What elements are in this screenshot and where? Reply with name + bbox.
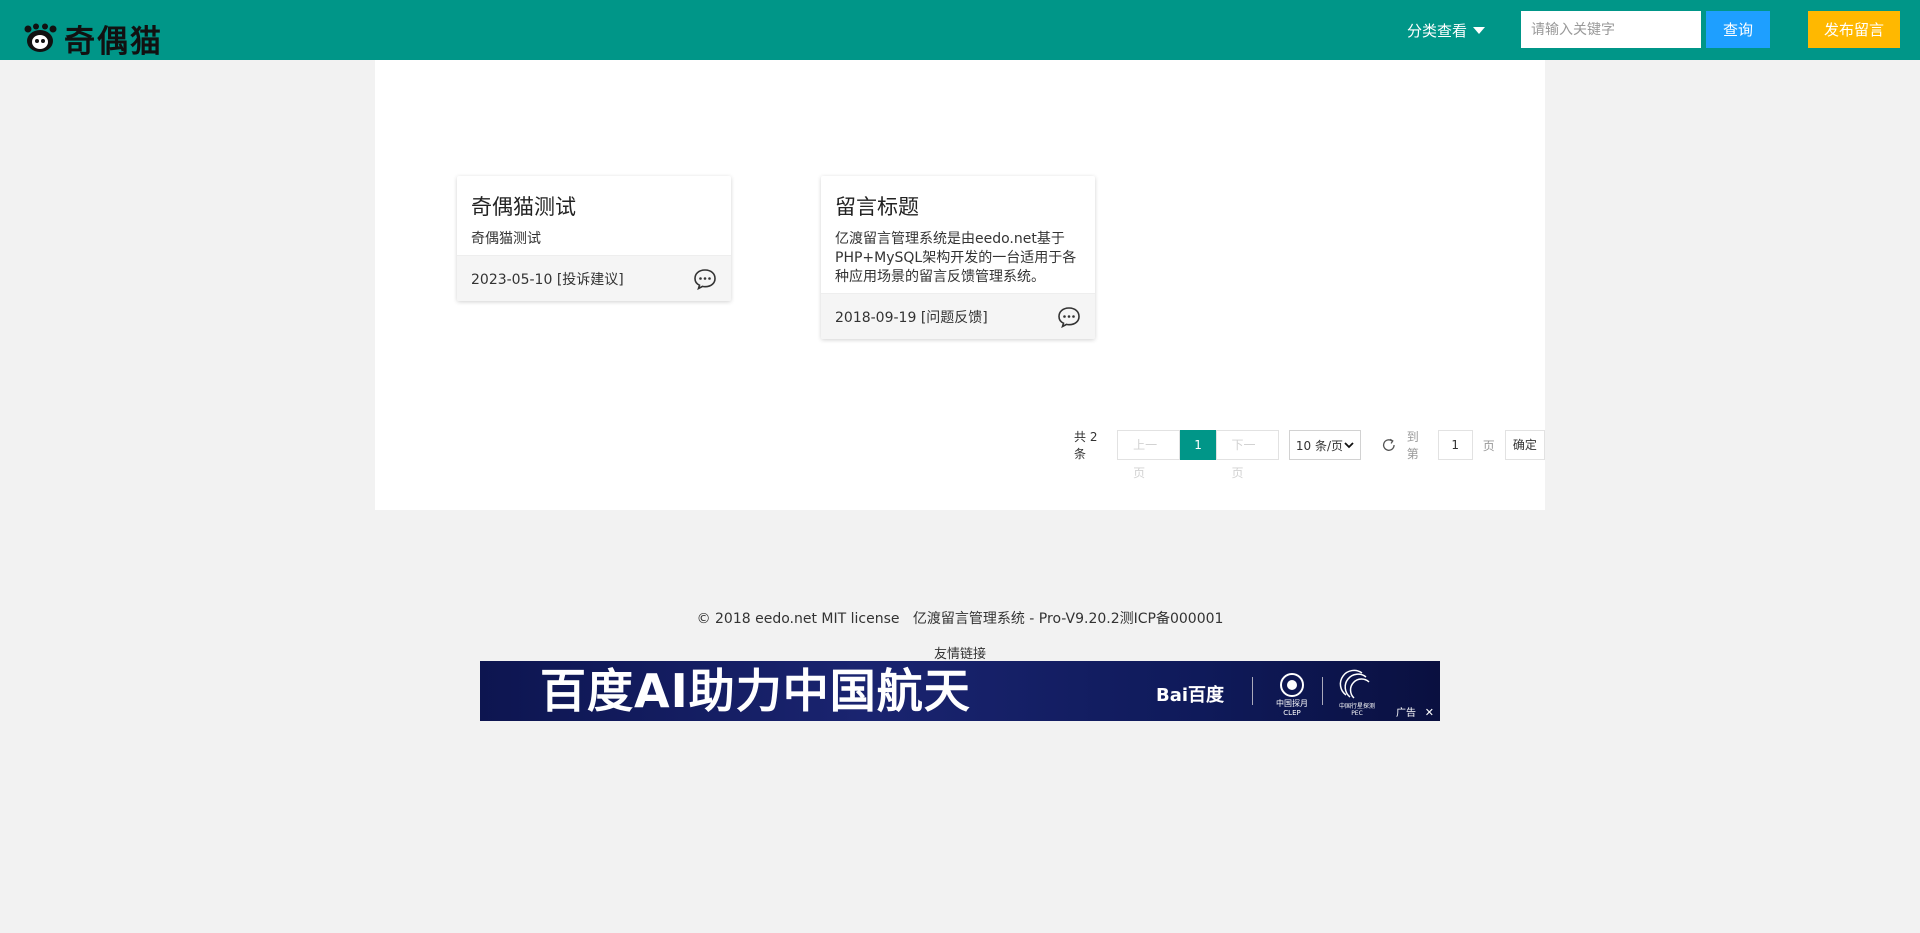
card-date: 2018-09-19 xyxy=(835,309,917,326)
copyright-link[interactable]: © 2018 eedo.net MIT license xyxy=(697,611,900,627)
per-page-value: 10 条/页 xyxy=(1295,438,1343,453)
pec-label: 中国行星探测 xyxy=(1339,702,1375,710)
goto-label: 到第 xyxy=(1406,430,1419,461)
search-button[interactable]: 查询 xyxy=(1706,11,1770,48)
footer-copyright: © 2018 eedo.net MIT license 亿渡留言管理系统 - P… xyxy=(0,608,1920,628)
ad-tag: 广告 xyxy=(1396,708,1416,719)
cat-paw-icon xyxy=(24,23,57,52)
current-page-button[interactable]: 1 xyxy=(1180,430,1216,460)
search-input[interactable] xyxy=(1521,11,1701,48)
card-meta: 2023-05-10 [投诉建议] xyxy=(471,269,624,289)
ad-divider xyxy=(1252,677,1253,705)
card-title[interactable]: 奇偶猫测试 xyxy=(457,176,731,224)
ad-banner[interactable]: 百度AI助力中国航天 Bai百度 中国探月 CLEP 中国行星探测 PEC 广告… xyxy=(480,661,1440,721)
clep-logo: 中国探月 CLEP xyxy=(1276,673,1308,717)
card-content: 亿渡留言管理系统是由eedo.net基于PHP+MySQL架构开发的一台适用于各… xyxy=(835,231,1077,285)
ad-headline: 百度AI助力中国航天 xyxy=(540,664,971,718)
card-category[interactable]: [问题反馈] xyxy=(921,310,988,326)
page-suffix: 页 xyxy=(1482,438,1495,453)
ad-divider xyxy=(1322,677,1323,705)
refresh-icon[interactable] xyxy=(1381,436,1397,454)
message-card[interactable]: 奇偶猫测试 奇偶猫测试 2023-05-10 [投诉建议] xyxy=(457,176,731,301)
ad-close-icon[interactable]: ✕ xyxy=(1425,706,1434,719)
next-page-button[interactable]: 下一页 xyxy=(1215,430,1279,480)
clep-label: 中国探月 xyxy=(1276,698,1308,708)
per-page-select[interactable]: 10 条/页 xyxy=(1288,430,1362,460)
main-content: 奇偶猫测试 奇偶猫测试 2023-05-10 [投诉建议] 留言标题 亿渡留言管… xyxy=(375,60,1545,510)
friend-links: 友情链接 xyxy=(933,647,986,662)
goto-confirm-button[interactable]: 确定 xyxy=(1504,430,1545,460)
card-footer: 2018-09-19 [问题反馈] xyxy=(821,293,1095,339)
pec-sub: PEC xyxy=(1351,710,1363,717)
pec-logo: 中国行星探测 PEC xyxy=(1339,669,1375,717)
comment-icon[interactable] xyxy=(693,268,717,290)
clep-sub: CLEP xyxy=(1283,709,1300,717)
card-date: 2023-05-10 xyxy=(471,271,553,288)
top-nav-bar: 奇偶猫 分类查看 查询 发布留言 xyxy=(0,0,1920,60)
chevron-down-icon xyxy=(1344,442,1354,449)
message-card[interactable]: 留言标题 亿渡留言管理系统是由eedo.net基于PHP+MySQL架构开发的一… xyxy=(821,176,1095,339)
page-number-input[interactable]: 1 xyxy=(1437,430,1473,460)
card-footer: 2023-05-10 [投诉建议] xyxy=(457,255,731,301)
caret-down-icon xyxy=(1473,27,1486,34)
card-meta: 2018-09-19 [问题反馈] xyxy=(835,307,988,327)
card-title[interactable]: 留言标题 xyxy=(821,176,1095,224)
comment-icon[interactable] xyxy=(1057,306,1081,328)
logo[interactable]: 奇偶猫 xyxy=(22,18,163,60)
category-dropdown[interactable]: 分类查看 xyxy=(1407,20,1486,41)
card-content: 奇偶猫测试 xyxy=(471,231,541,247)
prev-page-button[interactable]: 上一页 xyxy=(1117,430,1181,480)
system-link[interactable]: 亿渡留言管理系统 - Pro-V9.20.2 xyxy=(913,611,1120,627)
publish-message-button[interactable]: 发布留言 xyxy=(1808,11,1900,48)
pagination: 共 2 条 上一页 1 下一页 10 条/页 到第 1 页 确定 xyxy=(1074,430,1545,480)
card-category[interactable]: [投诉建议] xyxy=(557,272,624,288)
baidu-logo: Bai百度 xyxy=(1156,685,1225,706)
icp-link[interactable]: 测ICP备000001 xyxy=(1120,611,1224,627)
pagination-total: 共 2 条 xyxy=(1074,430,1098,461)
category-dropdown-label: 分类查看 xyxy=(1407,22,1468,40)
logo-text: 奇偶猫 xyxy=(64,23,163,60)
